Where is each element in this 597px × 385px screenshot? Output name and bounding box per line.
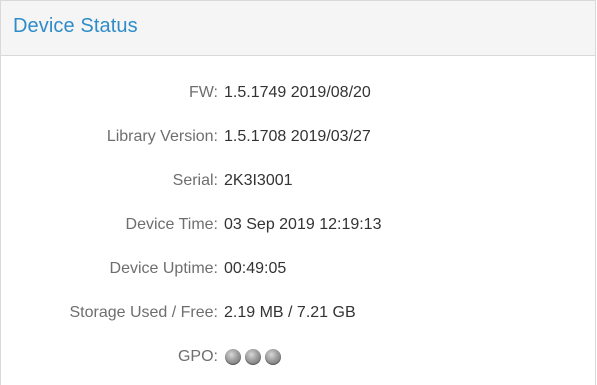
device-time-value: 03 Sep 2019 12:19:13 (224, 216, 382, 233)
row-gpo: GPO: (1, 346, 595, 368)
gpo-indicators (225, 349, 281, 365)
device-uptime-label: Device Uptime: (109, 260, 218, 277)
device-uptime-value: 00:49:05 (224, 260, 287, 277)
serial-label: Serial: (172, 172, 218, 189)
row-fw: FW: 1.5.1749 2019/08/20 (1, 82, 595, 104)
status-led-icon (265, 349, 281, 365)
status-led-icon (245, 349, 261, 365)
gpo-label: GPO: (177, 348, 218, 365)
row-device-uptime: Device Uptime: 00:49:05 (1, 258, 595, 280)
row-serial: Serial: 2K3I3001 (1, 170, 595, 192)
fw-label: FW: (188, 84, 218, 101)
status-led-icon (225, 349, 241, 365)
row-storage: Storage Used / Free: 2.19 MB / 7.21 GB (1, 302, 595, 324)
row-library-version: Library Version: 1.5.1708 2019/03/27 (1, 126, 595, 148)
device-status-panel: Device Status FW: 1.5.1749 2019/08/20 Li… (0, 0, 596, 385)
storage-label: Storage Used / Free: (69, 304, 218, 321)
serial-value: 2K3I3001 (224, 172, 293, 189)
fw-value: 1.5.1749 2019/08/20 (224, 84, 371, 101)
device-time-label: Device Time: (125, 216, 218, 233)
panel-header: Device Status (1, 1, 595, 56)
library-version-value: 1.5.1708 2019/03/27 (224, 128, 371, 145)
panel-title: Device Status (13, 14, 138, 37)
library-version-label: Library Version: (106, 128, 218, 145)
row-device-time: Device Time: 03 Sep 2019 12:19:13 (1, 214, 595, 236)
storage-value: 2.19 MB / 7.21 GB (224, 304, 356, 321)
